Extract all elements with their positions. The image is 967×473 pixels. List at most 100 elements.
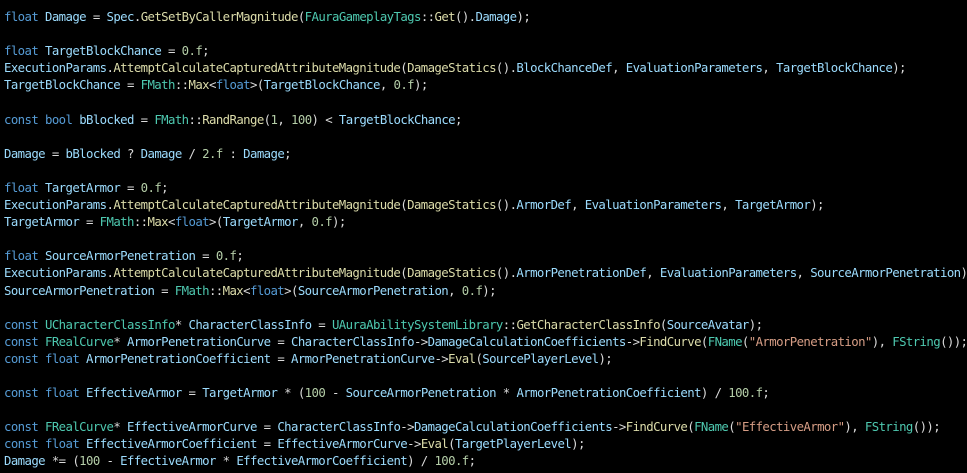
punctuation-token: ::	[133, 215, 148, 230]
punctuation-token: ::	[502, 317, 517, 332]
identifier-token: Damage	[243, 146, 285, 161]
number-token: 100	[79, 454, 100, 469]
identifier-token: bBlocked	[65, 146, 121, 161]
code-line[interactable]: TargetBlockChance = FMath::Max<float>(Ta…	[4, 77, 967, 94]
punctuation-token: );	[482, 283, 496, 298]
keyword-token: const	[4, 334, 39, 349]
code-line[interactable]: float SourceArmorPenetration = 0.f;	[4, 248, 967, 265]
punctuation-token	[38, 352, 45, 366]
type-token: FString	[892, 334, 941, 349]
identifier-token: TargetArmor	[45, 180, 121, 195]
punctuation-token	[38, 335, 45, 349]
code-line[interactable]: float TargetArmor = 0.f;	[4, 180, 967, 197]
identifier-token: EffectiveArmor	[86, 386, 182, 401]
string-token: "EffectiveArmor"	[735, 420, 845, 435]
function-token: FindCurve	[625, 420, 688, 435]
keyword-token: float	[45, 386, 80, 401]
code-line[interactable]	[4, 300, 967, 317]
code-line[interactable]: Damage = bBlocked ? Damage / 2.f : Damag…	[4, 146, 967, 163]
code-line[interactable]: SourceArmorPenetration = FMath::Max<floa…	[4, 283, 967, 300]
punctuation-token: -	[99, 454, 121, 469]
punctuation-token: ::	[420, 10, 435, 24]
function-token: RandRange	[202, 112, 264, 127]
punctuation-token: ) /	[407, 454, 435, 469]
code-line[interactable]	[4, 231, 967, 248]
punctuation-token: ::	[208, 283, 223, 298]
punctuation-token	[38, 318, 45, 332]
code-line[interactable]	[4, 94, 967, 111]
identifier-token: Spec	[106, 10, 135, 24]
code-line[interactable]: TargetArmor = FMath::Max<float>(TargetAr…	[4, 214, 967, 231]
keyword-token: float	[4, 10, 39, 24]
code-line[interactable]	[4, 163, 967, 180]
identifier-token: SourceAvatar	[666, 317, 750, 332]
code-line[interactable]	[4, 26, 967, 43]
type-token: FMath	[99, 215, 135, 230]
punctuation-token: (	[297, 10, 305, 24]
code-line[interactable]: const float ArmorPenetrationCoefficient …	[4, 351, 967, 368]
identifier-token: TargetArmor	[735, 198, 811, 213]
punctuation-token: =	[311, 317, 332, 332]
punctuation-token: =	[86, 10, 107, 24]
punctuation-token	[38, 437, 45, 451]
punctuation-token: (	[263, 112, 271, 127]
code-line[interactable]	[4, 368, 967, 385]
punctuation-token: <	[208, 78, 216, 93]
type-token: FName	[707, 334, 743, 349]
code-line[interactable]: const bool bBlocked = FMath::RandRange(1…	[4, 112, 967, 129]
punctuation-token: ().	[454, 10, 476, 24]
code-line[interactable]: float Damage = Spec.GetSetByCallerMagnit…	[4, 9, 967, 26]
code-line[interactable]	[4, 402, 967, 419]
function-token: DamageStatics	[407, 198, 496, 213]
code-line[interactable]: Damage *= (100 - EffectiveArmor * Effect…	[4, 453, 967, 470]
code-line[interactable]: ExecutionParams.AttemptCalculateCaptured…	[4, 60, 967, 77]
code-line[interactable]: const UCharacterClassInfo* CharacterClas…	[4, 317, 967, 334]
identifier-token: EvaluationParameters	[625, 61, 763, 76]
function-token: Max	[147, 215, 169, 230]
keyword-token: const	[4, 351, 39, 366]
identifier-token: Damage	[4, 454, 46, 469]
identifier-token: ArmorPenetrationCoefficient	[516, 386, 701, 401]
punctuation-token: =	[270, 334, 291, 349]
punctuation-token: ,	[448, 283, 462, 298]
function-token: Eval	[448, 351, 476, 366]
type-token: UCharacterClassInfo	[45, 317, 175, 332]
punctuation-token: ,	[796, 266, 811, 281]
punctuation-token: =	[256, 437, 278, 452]
punctuation-token: );	[748, 317, 763, 332]
keyword-token: float	[4, 249, 39, 264]
identifier-token: EffectiveArmorCoefficient	[86, 437, 257, 452]
identifier-token: SourceArmorPenetration	[810, 266, 961, 281]
keyword-token: const	[4, 112, 39, 127]
code-line[interactable]	[4, 129, 967, 146]
punctuation-token: <	[243, 283, 250, 298]
punctuation-token: *	[495, 386, 517, 401]
code-line[interactable]: const FRealCurve* EffectiveArmorCurve = …	[4, 419, 967, 436]
code-line[interactable]: ExecutionParams.AttemptCalculateCaptured…	[4, 197, 967, 214]
code-line[interactable]: float TargetBlockChance = 0.f;	[4, 43, 967, 60]
number-token: 0.f	[311, 215, 333, 230]
punctuation-token: =	[154, 283, 175, 298]
punctuation-token: ,	[721, 198, 736, 213]
punctuation-token: >(	[250, 78, 264, 93]
punctuation-token: );	[332, 215, 346, 230]
punctuation-token: =	[79, 215, 100, 230]
keyword-token: float	[215, 78, 251, 93]
code-line[interactable]: const float EffectiveArmor = TargetArmor…	[4, 385, 967, 402]
code-line[interactable]: const float EffectiveArmorCoefficient = …	[4, 436, 967, 453]
identifier-token: EvaluationParameters	[659, 266, 797, 281]
punctuation-token	[38, 113, 45, 127]
code-editor[interactable]: float Damage = Spec.GetSetByCallerMagnit…	[0, 0, 967, 473]
identifier-token: SourceArmorPenetration	[345, 386, 497, 401]
function-token: AttemptCalculateCapturedAttributeMagnitu…	[113, 266, 401, 281]
code-line[interactable]: const FRealCurve* ArmorPenetrationCurve …	[4, 334, 967, 351]
identifier-token: ArmorPenetrationCurve	[127, 334, 271, 349]
identifier-token: EvaluationParameters	[584, 198, 722, 213]
function-token: DamageStatics	[407, 266, 496, 281]
code-line[interactable]: ExecutionParams.AttemptCalculateCaptured…	[4, 265, 967, 282]
identifier-token: ArmorDef	[516, 198, 572, 213]
identifier-token: TargetArmor	[202, 386, 278, 401]
punctuation-token: ;	[762, 386, 770, 401]
punctuation-token	[38, 44, 45, 58]
keyword-token: bool	[45, 112, 73, 127]
